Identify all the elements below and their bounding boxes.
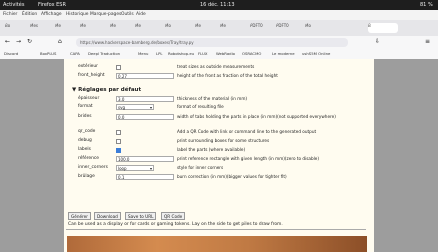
activities-button[interactable]: Activités: [3, 2, 24, 8]
chevron-down-icon: ▾: [149, 105, 152, 110]
menu-history[interactable]: Historique: [66, 12, 89, 17]
tab[interactable]: Mo: [165, 23, 185, 33]
tab-bar: Bo Mes Me Me Me Me Mo Me Me PDFT0 PDFT0 …: [0, 20, 438, 36]
active-tab[interactable]: B: [368, 23, 398, 33]
tab[interactable]: Bo: [5, 23, 25, 33]
tab[interactable]: Me: [55, 23, 75, 33]
menu-view[interactable]: Affichage: [41, 12, 62, 17]
description: Add a QR Code with link or command line …: [177, 129, 317, 134]
bookmark[interactable]: WebRadio: [216, 51, 235, 56]
generate-button[interactable]: Générer: [68, 212, 91, 220]
tab[interactable]: Me: [80, 23, 100, 33]
menu-file[interactable]: Fichier: [3, 12, 17, 17]
epaisseur-input[interactable]: 3.0: [116, 96, 174, 102]
section-default-settings[interactable]: ▼ Réglages par défaut: [72, 87, 141, 93]
save-to-url-button[interactable]: Save to URL: [125, 212, 157, 220]
download-icon[interactable]: ⇩: [375, 38, 380, 45]
inner-corners-select[interactable]: loop ▾: [116, 165, 154, 171]
bookmark[interactable]: ushS5M Online: [302, 51, 330, 56]
reload-icon[interactable]: ↻: [27, 38, 32, 45]
bookmark[interactable]: Robotshop.eu: [168, 51, 194, 56]
forward-icon[interactable]: →: [16, 38, 21, 45]
labels-checkbox[interactable]: [116, 147, 121, 153]
label: référence: [78, 156, 99, 161]
bookmark[interactable]: OSRACMO: [242, 51, 261, 56]
label: extérieur: [78, 64, 98, 69]
reference-input[interactable]: 100.0: [116, 156, 174, 162]
description: height of the front as fraction of the t…: [177, 73, 278, 78]
bookmark[interactable]: Discord: [4, 51, 18, 56]
inner-corners-value: loop: [118, 166, 127, 171]
label: brûlage: [78, 174, 95, 179]
menu-help[interactable]: Aide: [136, 12, 146, 17]
brides-input[interactable]: 0.0: [116, 114, 174, 120]
menu-tools[interactable]: Outils: [121, 12, 134, 17]
description: burn correction (in mm)(bigger values fo…: [177, 174, 287, 179]
label: épaisseur: [78, 96, 100, 101]
left-margin: [0, 59, 64, 252]
back-icon[interactable]: ←: [5, 38, 10, 45]
description: print reference rectangle with given len…: [177, 156, 319, 161]
tab[interactable]: PDFT0: [250, 23, 272, 33]
label: brides: [78, 114, 92, 119]
right-margin: [374, 59, 438, 252]
label: debug: [78, 138, 92, 143]
download-button[interactable]: Download: [94, 212, 121, 220]
clock[interactable]: 16 déc. 11:13: [200, 2, 235, 8]
description: label the parts (where available): [177, 147, 246, 152]
qr-code-button[interactable]: QR Code: [161, 212, 186, 220]
bookmark[interactable]: BoxPLUS: [40, 51, 56, 56]
url-text[interactable]: https://www.hackerspace-bamberg.de/boxes…: [80, 40, 194, 45]
description: style for inner corners: [177, 165, 224, 170]
battery-status[interactable]: 81 %: [420, 2, 433, 8]
sample-photo: [67, 236, 367, 252]
description-text: Can be used as a display or for cards or…: [68, 222, 283, 227]
home-icon[interactable]: ⌂: [58, 38, 62, 45]
tab[interactable]: Me: [110, 23, 130, 33]
tab[interactable]: PDFT0: [276, 23, 298, 33]
os-top-bar: Activités Firefox ESR 16 déc. 11:13 81 %: [0, 0, 438, 10]
label: front_height: [78, 73, 105, 78]
bookmark[interactable]: Menu: [138, 51, 148, 56]
brulage-input[interactable]: 0.1: [116, 174, 174, 180]
description: print surrounding boxes for some structu…: [177, 138, 270, 143]
chevron-down-icon: ▾: [149, 166, 152, 171]
front-height-input[interactable]: 0.27: [116, 73, 174, 79]
tab[interactable]: Me: [220, 23, 240, 33]
tab[interactable]: Mes: [30, 23, 50, 33]
menu-edit[interactable]: Édition: [22, 12, 37, 17]
divider: [66, 229, 366, 230]
label: format: [78, 104, 93, 109]
menu-icon[interactable]: ≡: [425, 38, 430, 45]
debug-checkbox[interactable]: [116, 138, 121, 144]
description: thickness of the material (in mm): [177, 96, 248, 101]
bookmark[interactable]: FLUX: [198, 51, 208, 56]
tab[interactable]: Mo: [305, 23, 325, 33]
description: width of tabs holding the parts in place…: [177, 114, 336, 119]
format-value: svg: [118, 105, 125, 110]
label: qr_code: [78, 129, 96, 134]
tab[interactable]: Me: [135, 23, 155, 33]
bookmark[interactable]: Deepl Traduction: [88, 51, 120, 56]
menu-bar: Fichier Édition Affichage Historique Mar…: [0, 10, 438, 20]
exterieur-checkbox[interactable]: [116, 64, 121, 70]
description: format of resulting file: [177, 104, 224, 109]
app-name: Firefox ESR: [38, 2, 66, 8]
menu-bookmarks[interactable]: Marque-pages: [90, 12, 121, 17]
bookmark[interactable]: CAPA: [70, 51, 80, 56]
format-select[interactable]: svg ▾: [116, 104, 154, 110]
bookmark[interactable]: LPL: [156, 51, 163, 56]
label: inner_corners: [78, 165, 108, 170]
bookmark[interactable]: Le moderne: [272, 51, 295, 56]
qr-code-checkbox[interactable]: [116, 129, 121, 135]
description: treat sizes as outside measurements: [177, 64, 255, 69]
tab[interactable]: Me: [195, 23, 215, 33]
url-bar[interactable]: https://www.hackerspace-bamberg.de/boxes…: [76, 38, 348, 47]
label: labels: [78, 147, 91, 152]
